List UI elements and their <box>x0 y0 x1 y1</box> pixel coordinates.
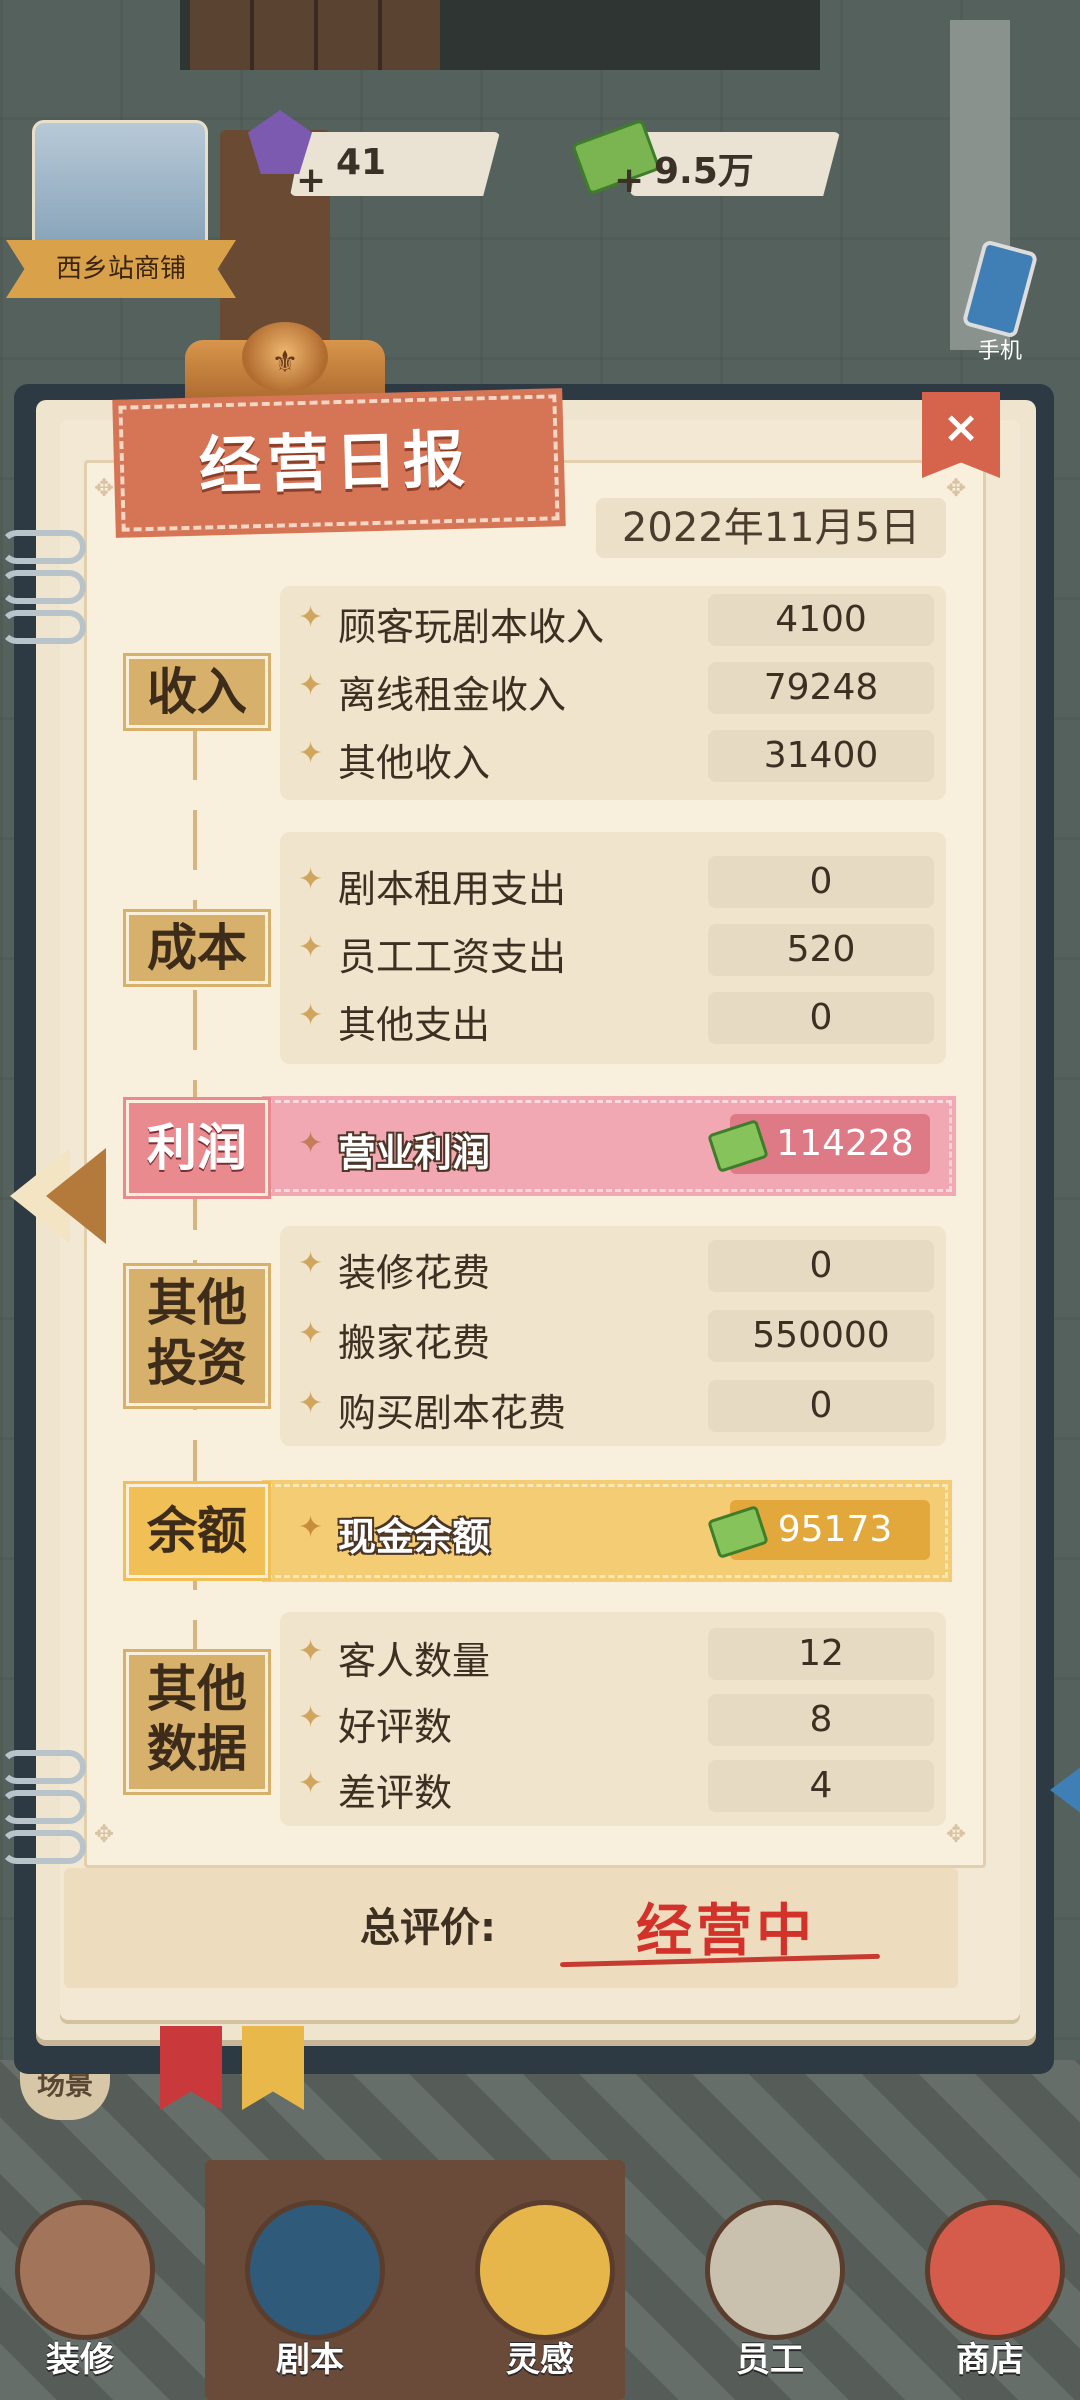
income-row-value: 4100 <box>708 594 934 646</box>
binder-ring-icon <box>0 1830 86 1864</box>
sparkle-icon: ✦ <box>298 668 324 703</box>
cost-row-value: 0 <box>708 992 934 1044</box>
previous-day-button[interactable] <box>6 1140 116 1250</box>
fleur-de-lis-icon: ⚜ <box>271 345 299 380</box>
staff-badge-icon <box>705 2200 845 2340</box>
sparkle-icon: ✦ <box>298 1634 324 1669</box>
other-data-row-label: 客人数量 <box>338 1639 491 1683</box>
income-row-label: 其他收入 <box>338 741 491 785</box>
other-data-row-value: 4 <box>708 1760 934 1812</box>
decorate-icon <box>15 2200 155 2340</box>
investment-label-line1: 其他 <box>147 1274 247 1332</box>
phone-icon <box>961 239 1039 339</box>
cash-count: 9.5万 <box>654 151 754 192</box>
binder-ring-icon <box>0 1790 86 1824</box>
income-row-label: 离线租金收入 <box>338 673 567 717</box>
balance-item-label: 现金余额 <box>338 1515 491 1559</box>
cost-row-value: 0 <box>708 856 934 908</box>
add-cash-icon[interactable]: + <box>614 160 644 201</box>
sparkle-icon: ✦ <box>298 600 324 635</box>
investment-row-label: 装修花费 <box>338 1251 491 1295</box>
sparkle-icon: ✦ <box>298 1316 324 1351</box>
investment-row-label: 购买剧本花费 <box>338 1391 567 1435</box>
cost-label: 成本 <box>123 909 271 987</box>
other-data-row-label: 好评数 <box>338 1705 453 1749</box>
nav-staff-label: 员工 <box>736 2340 804 2380</box>
nav-decorate-label: 装修 <box>46 2340 114 2380</box>
gem-count: 41 <box>336 142 387 183</box>
binder-ring-icon <box>0 530 86 564</box>
sparkle-icon: ✦ <box>298 930 324 965</box>
sparkle-icon: ✦ <box>298 736 324 771</box>
balance-label: 余额 <box>123 1481 271 1581</box>
nav-inspiration[interactable]: 灵感 <box>460 2180 620 2400</box>
other-data-label-line2: 数据 <box>147 1720 247 1778</box>
sparkle-icon: ✦ <box>298 998 324 1033</box>
income-row-label: 顾客玩剧本收入 <box>338 605 605 649</box>
profit-label: 利润 <box>123 1097 271 1199</box>
overall-rating-value: 经营中 <box>636 1898 816 1964</box>
report-date: 2022年11月5日 <box>596 498 946 558</box>
sparkle-icon: ✦ <box>298 1386 324 1421</box>
investment-label: 其他 投资 <box>123 1263 271 1409</box>
shop-icon <box>925 2200 1065 2340</box>
profit-item-label: 营业利润 <box>338 1131 491 1175</box>
shop-name-banner[interactable]: 西乡站商铺 <box>6 240 236 298</box>
income-label: 收入 <box>123 653 271 731</box>
other-data-label: 其他 数据 <box>123 1649 271 1795</box>
corner-ornament-icon: ✥ <box>94 474 115 502</box>
sparkle-icon: ✦ <box>298 1126 324 1161</box>
script-book-icon <box>245 2200 385 2340</box>
nav-shop[interactable]: 商店 <box>910 2180 1070 2400</box>
nav-shop-label: 商店 <box>956 2340 1024 2380</box>
other-data-row-label: 差评数 <box>338 1771 453 1815</box>
investment-label-line2: 投资 <box>147 1334 247 1392</box>
nav-inspiration-label: 灵感 <box>506 2340 574 2380</box>
phone-label: 手机 <box>977 339 1022 364</box>
other-data-row-value: 12 <box>708 1628 934 1680</box>
sparkle-icon: ✦ <box>298 862 324 897</box>
investment-row-value: 0 <box>708 1380 934 1432</box>
balance-value: 95173 <box>777 1509 893 1550</box>
investment-row-value: 0 <box>708 1240 934 1292</box>
income-row-value: 79248 <box>708 662 934 714</box>
chevron-left-icon <box>46 1148 106 1244</box>
sparkle-icon: ✦ <box>298 1766 324 1801</box>
corner-ornament-icon: ✥ <box>946 474 967 502</box>
other-data-label-line1: 其他 <box>147 1660 247 1718</box>
overall-rating-label: 总评价: <box>360 1905 496 1951</box>
investment-row-value: 550000 <box>708 1310 934 1362</box>
binder-ring-icon <box>0 1750 86 1784</box>
nav-decorate[interactable]: 装修 <box>0 2180 160 2400</box>
cost-row-label: 剧本租用支出 <box>338 867 567 911</box>
phone-button[interactable]: 手机 <box>960 239 1040 364</box>
add-gem-icon[interactable]: + <box>296 160 326 201</box>
sparkle-icon: ✦ <box>298 1700 324 1735</box>
cost-row-value: 520 <box>708 924 934 976</box>
corner-ornament-icon: ✥ <box>946 1820 967 1848</box>
income-row-value: 31400 <box>708 730 934 782</box>
nav-staff[interactable]: 员工 <box>690 2180 850 2400</box>
corner-ornament-icon: ✥ <box>94 1820 115 1848</box>
cost-row-label: 其他支出 <box>338 1003 491 1047</box>
sparkle-icon: ✦ <box>298 1510 324 1545</box>
wall-shelf <box>190 0 440 70</box>
nav-scripts-label: 剧本 <box>276 2340 344 2380</box>
rating-footer <box>64 1868 958 1988</box>
binder-ring-icon <box>0 570 86 604</box>
binder-ring-icon <box>0 610 86 644</box>
investment-row-label: 搬家花费 <box>338 1321 491 1365</box>
cost-row-label: 员工工资支出 <box>338 935 567 979</box>
nav-scripts[interactable]: 剧本 <box>230 2180 390 2400</box>
profit-value: 114228 <box>776 1123 914 1164</box>
sparkle-icon: ✦ <box>298 1246 324 1281</box>
light-bulb-icon <box>475 2200 615 2340</box>
other-data-row-value: 8 <box>708 1694 934 1746</box>
report-title: 经营日报 <box>198 422 472 503</box>
